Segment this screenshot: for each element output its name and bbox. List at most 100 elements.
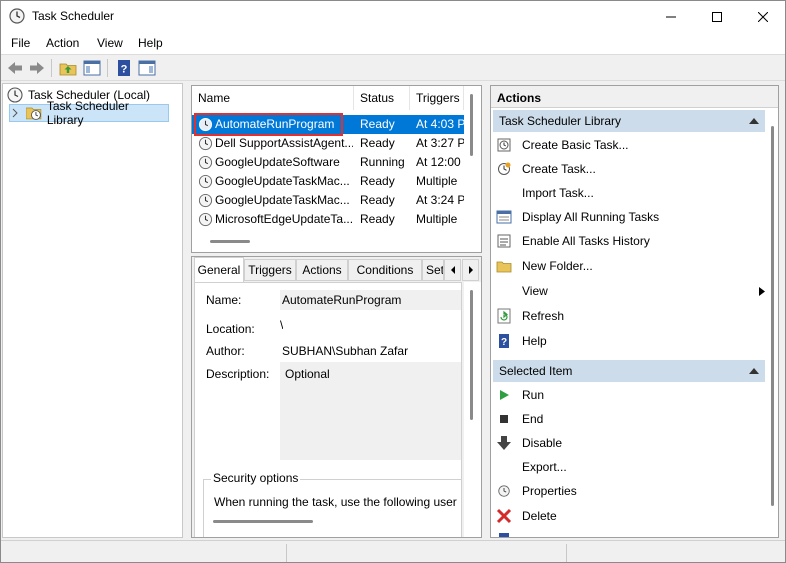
action-run[interactable]: Run: [495, 384, 765, 406]
toolbar: ?: [1, 54, 785, 81]
tab-actions[interactable]: Actions: [296, 259, 348, 281]
scroll-thumb[interactable]: [771, 126, 774, 506]
forward-arrow-icon[interactable]: [28, 59, 46, 77]
task-triggers: At 3:27 P: [416, 136, 464, 150]
actions-vertical-scrollbar[interactable]: [765, 110, 778, 537]
group-header-library[interactable]: Task Scheduler Library: [493, 110, 767, 132]
collapse-up-icon[interactable]: [749, 367, 759, 374]
task-row[interactable]: GoogleUpdateSoftware Running At 12:00 .: [192, 153, 464, 172]
close-button[interactable]: [740, 1, 785, 32]
action-display-running-tasks[interactable]: Display All Running Tasks: [495, 206, 765, 228]
task-row[interactable]: Dell SupportAssistAgent... Ready At 3:27…: [192, 134, 464, 153]
description-field[interactable]: Optional: [280, 362, 461, 460]
horizontal-scroll-thumb[interactable]: [213, 520, 313, 523]
minimize-button[interactable]: [648, 1, 694, 32]
action-label: Run: [522, 388, 545, 402]
action-label: Display All Running Tasks: [522, 210, 660, 224]
create-basic-task-icon: [497, 138, 511, 152]
task-row[interactable]: GoogleUpdateTaskMac... Ready At 3:24 P: [192, 191, 464, 210]
title-bar: Task Scheduler: [1, 1, 785, 32]
svg-text:?: ?: [121, 64, 128, 76]
folder-icon: [496, 261, 512, 273]
highlight-box: [194, 113, 343, 136]
show-hide-tree-icon[interactable]: [83, 59, 101, 77]
action-disable[interactable]: Disable: [495, 432, 765, 454]
menu-help[interactable]: Help: [138, 36, 163, 50]
action-refresh[interactable]: Refresh: [495, 305, 765, 327]
name-label: Name:: [206, 293, 242, 307]
menu-action[interactable]: Action: [46, 36, 79, 50]
task-triggers: At 3:24 P: [416, 193, 464, 207]
action-properties[interactable]: Properties: [495, 480, 765, 502]
task-name: Dell SupportAssistAgent...: [215, 136, 353, 150]
up-folder-icon[interactable]: [59, 59, 77, 77]
tab-settings[interactable]: Set: [422, 259, 444, 281]
action-label: New Folder...: [522, 259, 593, 273]
menu-view[interactable]: View: [97, 36, 123, 50]
column-header-name[interactable]: Name: [192, 86, 354, 110]
general-tab-content: Name: AutomateRunProgram Location: \ Aut…: [194, 282, 462, 537]
tree-item-library[interactable]: Task Scheduler Library: [9, 99, 169, 127]
action-help[interactable]: ? Help: [495, 330, 765, 352]
show-action-pane-icon[interactable]: [138, 59, 156, 77]
column-header-triggers[interactable]: Triggers: [410, 86, 464, 110]
arrow-right-icon: [468, 266, 473, 274]
tab-conditions[interactable]: Conditions: [348, 259, 422, 281]
maximize-button[interactable]: [694, 1, 740, 32]
group-header-selected-item-label: Selected Item: [499, 364, 573, 378]
security-options-title: Security options: [211, 471, 301, 485]
splitter[interactable]: [184, 83, 190, 538]
action-delete[interactable]: Delete: [495, 505, 765, 527]
task-status: Ready: [360, 193, 395, 207]
svg-text:?: ?: [501, 337, 507, 348]
task-clock-icon: [198, 193, 213, 208]
action-view[interactable]: View: [495, 280, 765, 302]
tab-scroll-left-button[interactable]: [444, 259, 461, 281]
details-vertical-scrollbar[interactable]: [464, 282, 481, 537]
task-row[interactable]: MicrosoftEdgeUpdateTa... Ready Multiple: [192, 210, 464, 229]
group-header-library-label: Task Scheduler Library: [499, 114, 622, 128]
action-label: Properties: [522, 484, 577, 498]
column-header-status[interactable]: Status: [354, 86, 410, 110]
menu-file[interactable]: File: [11, 36, 30, 50]
group-header-selected-item[interactable]: Selected Item: [493, 360, 767, 382]
chevron-right-icon[interactable]: [10, 108, 20, 118]
collapse-up-icon[interactable]: [749, 117, 759, 124]
run-icon: [500, 390, 509, 400]
help-book-icon[interactable]: ?: [115, 59, 133, 77]
back-arrow-icon[interactable]: [6, 59, 24, 77]
action-export[interactable]: Export...: [495, 456, 765, 478]
scroll-thumb[interactable]: [470, 94, 473, 156]
action-create-task[interactable]: Create Task...: [495, 158, 765, 180]
security-options-text: When running the task, use the following…: [214, 495, 457, 509]
delete-icon: [496, 508, 512, 524]
action-create-basic-task[interactable]: Create Basic Task...: [495, 134, 765, 156]
horizontal-scroll-thumb[interactable]: [210, 240, 250, 243]
task-details: General Triggers Actions Conditions Set …: [191, 256, 482, 538]
action-label: Import Task...: [522, 186, 594, 200]
action-help-partial[interactable]: [495, 529, 765, 537]
action-enable-tasks-history[interactable]: Enable All Tasks History: [495, 230, 765, 252]
scroll-thumb[interactable]: [470, 290, 473, 420]
disable-icon: [497, 436, 511, 450]
action-label: Disable: [522, 436, 563, 450]
task-triggers: Multiple: [416, 212, 458, 226]
name-field[interactable]: AutomateRunProgram: [280, 290, 461, 310]
maximize-icon: [712, 11, 722, 22]
location-value: \: [280, 318, 284, 332]
action-import-task[interactable]: Import Task...: [495, 182, 765, 204]
action-end[interactable]: End: [495, 408, 765, 430]
action-label: Export...: [522, 460, 567, 474]
tab-general[interactable]: General: [194, 257, 244, 283]
tab-triggers[interactable]: Triggers: [244, 259, 296, 281]
task-row[interactable]: GoogleUpdateTaskMac... Ready Multiple: [192, 172, 464, 191]
help-icon: ?: [499, 334, 509, 348]
window-title: Task Scheduler: [32, 9, 115, 23]
tab-scroll-right-button[interactable]: [462, 259, 479, 281]
tasklist-vertical-scrollbar[interactable]: [464, 86, 481, 252]
task-name: GoogleUpdateSoftware: [215, 155, 340, 169]
minimize-icon: [666, 16, 676, 17]
tree-item-library-label: Task Scheduler Library: [46, 99, 129, 127]
action-new-folder[interactable]: New Folder...: [495, 255, 765, 277]
action-label: Create Task...: [522, 162, 596, 176]
